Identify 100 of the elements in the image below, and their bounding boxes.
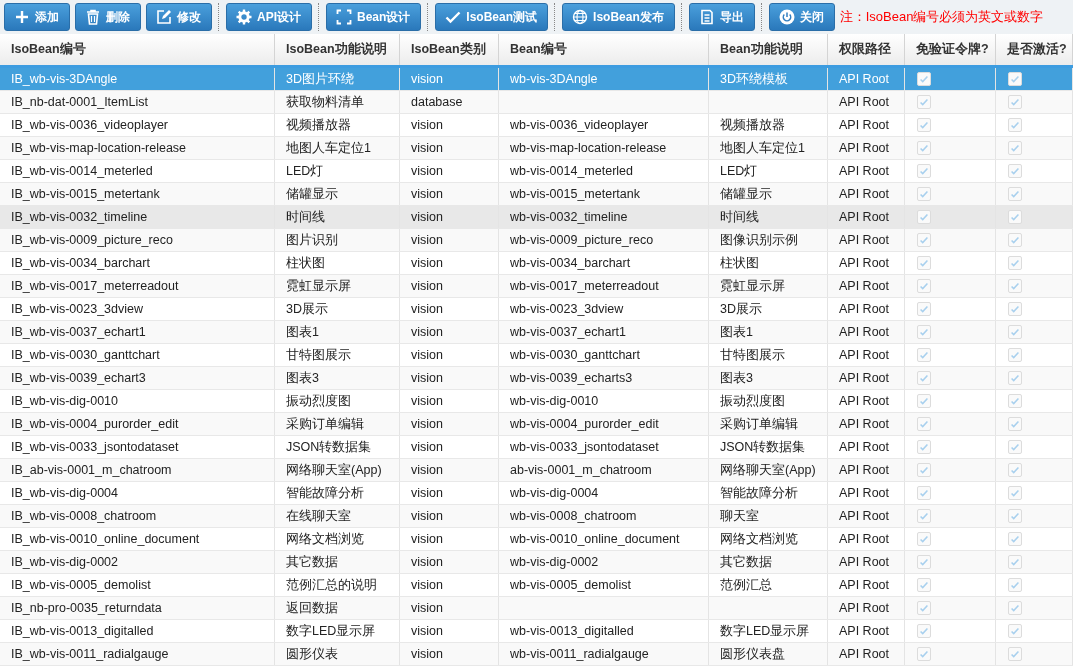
checkbox[interactable] [1008, 578, 1022, 592]
table-row[interactable]: IB_wb-vis-0008_chatroom 在线聊天室 vision wb-vis-0008_chatroom 聊天室 API Root [0, 505, 1073, 528]
checkbox[interactable] [917, 279, 931, 293]
column-header[interactable]: IsoBean类别 [400, 34, 499, 65]
checkbox[interactable] [917, 233, 931, 247]
checkbox[interactable] [1008, 394, 1022, 408]
checkbox[interactable] [1008, 302, 1022, 316]
table-row[interactable]: IB_ab-vis-0001_m_chatroom 网络聊天室(App) vision ab-vis-0001_m_chatroom 网络聊天室(App) API Root [0, 459, 1073, 482]
checkbox[interactable] [917, 578, 931, 592]
table-row[interactable]: IB_wb-vis-0013_digitalled 数字LED显示屏 vision wb-vis-0013_digitalled 数字LED显示屏 API Root [0, 620, 1073, 643]
checkbox[interactable] [1008, 647, 1022, 661]
toolbar-button[interactable]: 添加 [4, 3, 70, 31]
checkbox[interactable] [1008, 72, 1022, 86]
column-header[interactable]: Bean功能说明 [709, 34, 828, 65]
checkbox[interactable] [917, 187, 931, 201]
table-row[interactable]: IB_wb-vis-0033_jsontodataset JSON转数据集 vision wb-vis-0033_jsontodataset JSON转数据集 API Root [0, 436, 1073, 459]
toolbar-button[interactable]: 关闭 [768, 3, 835, 31]
checkbox[interactable] [1008, 348, 1022, 362]
checkbox[interactable] [1008, 118, 1022, 132]
checkbox[interactable] [917, 624, 931, 638]
table-row[interactable]: IB_wb-vis-0017_meterreadout 霓虹显示屏 vision wb-vis-0017_meterreadout 霓虹显示屏 API Root [0, 275, 1073, 298]
checkbox[interactable] [1008, 325, 1022, 339]
checkbox[interactable] [917, 72, 931, 86]
table-row[interactable]: IB_wb-vis-0004_purorder_edit 采购订单编辑 vision wb-vis-0004_purorder_edit 采购订单编辑 API Root [0, 413, 1073, 436]
checkbox[interactable] [917, 440, 931, 454]
checkbox[interactable] [1008, 279, 1022, 293]
table-row[interactable]: IB_wb-vis-0034_barchart 柱状图 vision wb-vis-0034_barchart 柱状图 API Root [0, 252, 1073, 275]
checkbox[interactable] [1008, 463, 1022, 477]
checkbox[interactable] [917, 532, 931, 546]
table-row[interactable]: IB_wb-vis-0032_timeline 时间线 vision wb-vis-0032_timeline 时间线 API Root [0, 206, 1073, 229]
check-icon [918, 119, 930, 131]
checkbox[interactable] [917, 463, 931, 477]
checkbox[interactable] [1008, 417, 1022, 431]
column-header[interactable]: 是否激活? [996, 34, 1073, 65]
table-row[interactable]: IB_wb-vis-0039_echart3 图表3 vision wb-vis-0039_echarts3 图表3 API Root [0, 367, 1073, 390]
checkbox[interactable] [917, 141, 931, 155]
table-row[interactable]: IB_wb-vis-0030_ganttchart 甘特图展示 vision wb-vis-0030_ganttchart 甘特图展示 API Root [0, 344, 1073, 367]
checkbox[interactable] [1008, 256, 1022, 270]
toolbar-button[interactable]: 删除 [75, 3, 141, 31]
checkbox[interactable] [917, 555, 931, 569]
checkbox[interactable] [917, 486, 931, 500]
table-row[interactable]: IB_wb-vis-map-location-release 地图人车定位1 vision wb-vis-map-location-release 地图人车定位1 API Root [0, 137, 1073, 160]
checkbox[interactable] [1008, 532, 1022, 546]
checkbox[interactable] [1008, 371, 1022, 385]
checkbox[interactable] [917, 210, 931, 224]
toolbar-button[interactable]: 导出 [688, 3, 755, 31]
checkbox[interactable] [1008, 95, 1022, 109]
checkbox[interactable] [1008, 486, 1022, 500]
column-header[interactable]: Bean编号 [499, 34, 709, 65]
checkbox[interactable] [917, 348, 931, 362]
column-header[interactable]: 权限路径 [828, 34, 905, 65]
checkbox[interactable] [917, 371, 931, 385]
toolbar-button[interactable]: Bean设计 [326, 3, 422, 31]
table-row[interactable]: IB_wb-vis-dig-0010 振动烈度图 vision wb-vis-dig-0010 振动烈度图 API Root [0, 390, 1073, 413]
column-header[interactable]: IsoBean功能说明 [275, 34, 400, 65]
checkbox[interactable] [917, 417, 931, 431]
table-row[interactable]: IB_wb-vis-0010_online_document 网络文档浏览 vision wb-vis-0010_online_document 网络文档浏览 API Root [0, 528, 1073, 551]
checkbox[interactable] [917, 325, 931, 339]
table-row[interactable]: IB_wb-vis-0009_picture_reco 图片识别 vision wb-vis-0009_picture_reco 图像识别示例 API Root [0, 229, 1073, 252]
table-row[interactable]: IB_wb-vis-dig-0002 其它数据 vision wb-vis-dig-0002 其它数据 API Root [0, 551, 1073, 574]
checkbox[interactable] [917, 95, 931, 109]
table-row[interactable]: IB_wb-vis-0011_radialgauge 圆形仪表 vision wb-vis-0011_radialgauge 圆形仪表盘 API Root [0, 643, 1073, 666]
checkbox[interactable] [1008, 210, 1022, 224]
checkbox[interactable] [1008, 555, 1022, 569]
isobean-id-cell: IB_wb-vis-0017_meterreadout [11, 279, 179, 293]
checkbox[interactable] [917, 164, 931, 178]
checkbox[interactable] [917, 302, 931, 316]
checkbox[interactable] [1008, 601, 1022, 615]
checkbox[interactable] [917, 118, 931, 132]
table-row[interactable]: IB_nb-dat-0001_ItemList 获取物料清单 database API Root [0, 91, 1073, 114]
column-header[interactable]: IsoBean编号 [0, 34, 275, 65]
checkbox[interactable] [917, 509, 931, 523]
checkbox[interactable] [1008, 187, 1022, 201]
isobean-category-cell: vision [411, 509, 443, 523]
checkbox[interactable] [1008, 233, 1022, 247]
check-icon [918, 280, 930, 292]
checkbox[interactable] [1008, 624, 1022, 638]
toolbar-button[interactable]: API设计 [226, 3, 312, 31]
table-row[interactable]: IB_wb-vis-0014_meterled LED灯 vision wb-vis-0014_meterled LED灯 API Root [0, 160, 1073, 183]
check-icon [1009, 602, 1021, 614]
table-row[interactable]: IB_nb-pro-0035_returndata 返回数据 vision API Root [0, 597, 1073, 620]
checkbox[interactable] [1008, 440, 1022, 454]
table-row[interactable]: IB_wb-vis-0005_demolist 范例汇总的说明 vision wb-vis-0005_demolist 范例汇总 API Root [0, 574, 1073, 597]
checkbox[interactable] [917, 601, 931, 615]
check-icon [918, 349, 930, 361]
table-row[interactable]: IB_wb-vis-dig-0004 智能故障分析 vision wb-vis-dig-0004 智能故障分析 API Root [0, 482, 1073, 505]
checkbox[interactable] [917, 647, 931, 661]
checkbox[interactable] [917, 256, 931, 270]
column-header[interactable]: 免验证令牌? [905, 34, 996, 65]
table-row[interactable]: IB_wb-vis-0037_echart1 图表1 vision wb-vis-0037_echart1 图表1 API Root [0, 321, 1073, 344]
checkbox[interactable] [917, 394, 931, 408]
table-row[interactable]: IB_wb-vis-0036_videoplayer 视频播放器 vision wb-vis-0036_videoplayer 视频播放器 API Root [0, 114, 1073, 137]
checkbox[interactable] [1008, 141, 1022, 155]
checkbox[interactable] [1008, 164, 1022, 178]
checkbox[interactable] [1008, 509, 1022, 523]
table-row[interactable]: IB_wb-vis-0023_3dview 3D展示 vision wb-vis-0023_3dview 3D展示 API Root [0, 298, 1073, 321]
table-row[interactable]: IB_wb-vis-0015_metertank 储罐显示 vision wb-vis-0015_metertank 储罐显示 API Root [0, 183, 1073, 206]
toolbar-button[interactable]: IsoBean发布 [562, 3, 675, 31]
toolbar-button[interactable]: 修改 [146, 3, 212, 31]
toolbar-button[interactable]: IsoBean测试 [435, 3, 549, 31]
